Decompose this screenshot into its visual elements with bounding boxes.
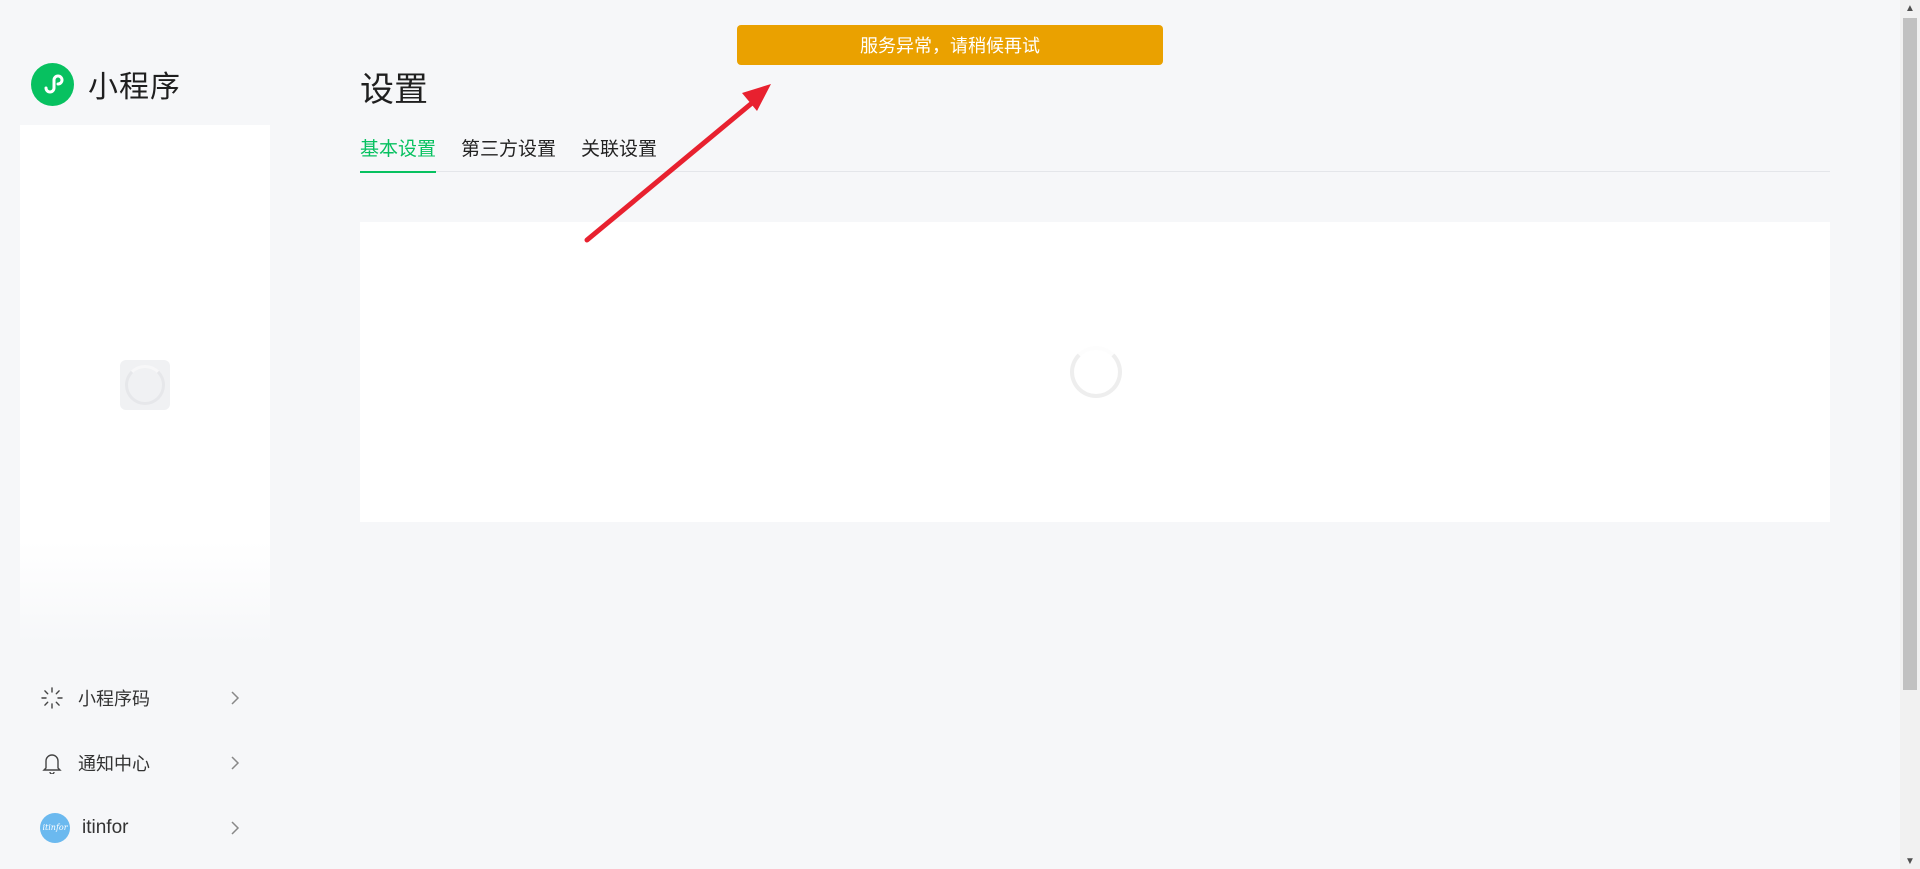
sidebar-bottom-menu: 小程序码 通知中心 itinfor itinfor (20, 665, 270, 860)
scroll-down-icon[interactable]: ▼ (1900, 853, 1920, 869)
loading-spinner-icon (120, 360, 170, 410)
vertical-scrollbar[interactable]: ▲ ▼ (1900, 0, 1920, 869)
chevron-right-icon (228, 820, 242, 835)
sidebar-item-account[interactable]: itinfor itinfor (20, 795, 270, 860)
chevron-right-icon (228, 755, 242, 770)
sidebar-item-label: 小程序码 (78, 688, 150, 709)
tab-linked-settings[interactable]: 关联设置 (581, 134, 657, 172)
tab-basic-settings[interactable]: 基本设置 (360, 134, 437, 173)
error-toast: 服务异常，请稍候再试 (737, 25, 1163, 65)
sidebar: 小程序 小程序码 通知中心 itinfor itinfor (0, 0, 290, 869)
settings-content-card (360, 222, 1830, 522)
avatar: itinfor (40, 812, 70, 843)
bell-icon (40, 751, 64, 775)
main-content: 设置 基本设置 第三方设置 关联设置 (360, 0, 1830, 869)
app-window: 小程序 小程序码 通知中心 itinfor itinfor 设置 基本设置 第三… (0, 0, 1920, 869)
qrcode-icon (40, 686, 64, 710)
miniprogram-logo-icon (31, 62, 74, 106)
account-name: itinfor (82, 816, 129, 838)
scrollbar-thumb[interactable] (1903, 18, 1917, 690)
sidebar-item-label: 通知中心 (78, 753, 150, 774)
sidebar-item-qrcode[interactable]: 小程序码 (20, 665, 270, 730)
loading-spinner-icon (1070, 346, 1122, 398)
chevron-right-icon (228, 690, 242, 705)
app-name: 小程序 (88, 71, 181, 104)
brand[interactable]: 小程序 (31, 62, 181, 106)
scroll-up-icon[interactable]: ▲ (1900, 0, 1920, 16)
settings-tabs: 基本设置 第三方设置 关联设置 (360, 134, 1830, 173)
sidebar-item-notifications[interactable]: 通知中心 (20, 730, 270, 795)
page-title: 设置 (360, 71, 428, 109)
sidebar-nav-panel (20, 125, 270, 645)
tab-third-party-settings[interactable]: 第三方设置 (461, 134, 556, 172)
